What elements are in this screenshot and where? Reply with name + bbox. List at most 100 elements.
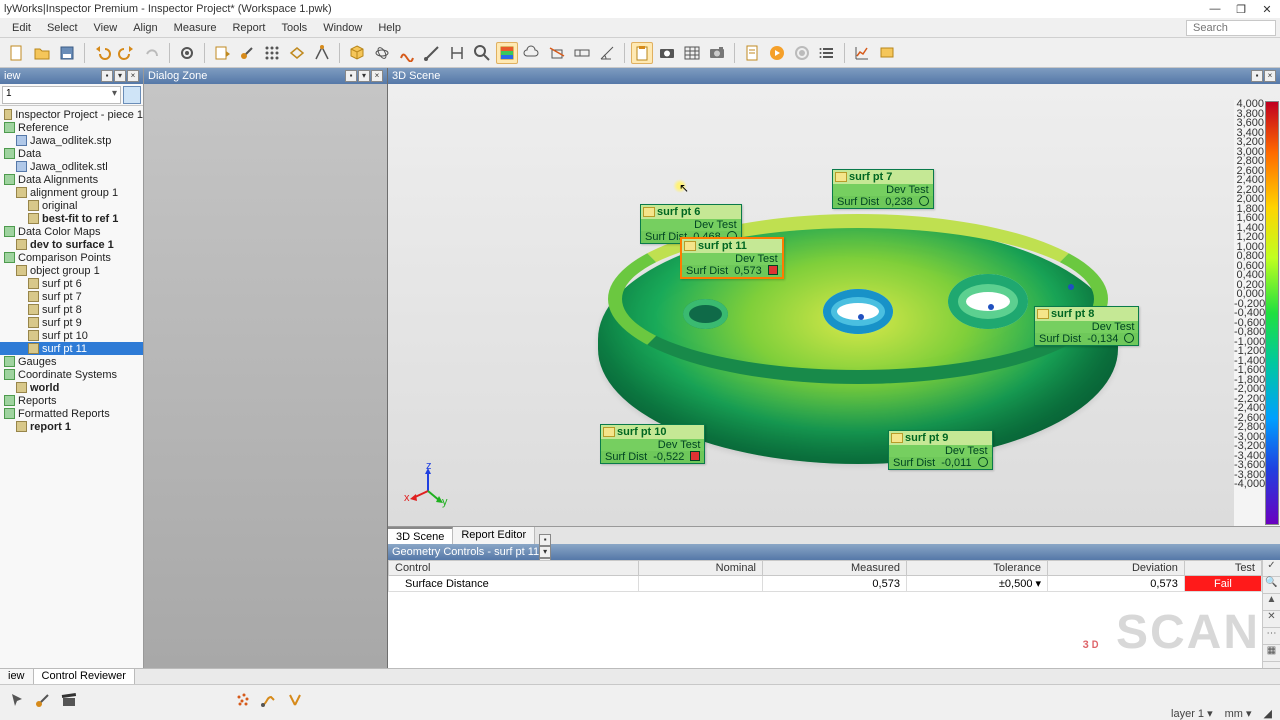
gc-search-icon[interactable]: 🔍 bbox=[1263, 577, 1280, 594]
chart-icon[interactable] bbox=[851, 42, 873, 64]
color-scale[interactable]: 4,0003,8003,6003,4003,2003,0002,8002,600… bbox=[1234, 100, 1280, 526]
annotation-11[interactable]: surf pt 11Dev TestSurf Dist0,573 bbox=[680, 237, 784, 279]
tree-item[interactable]: surf pt 10 bbox=[0, 329, 143, 342]
tree-item[interactable]: Gauges bbox=[0, 355, 143, 368]
col-control[interactable]: Control bbox=[389, 561, 639, 576]
redo2-icon[interactable] bbox=[141, 42, 163, 64]
gc-grid-icon[interactable]: ▦ bbox=[1263, 645, 1280, 662]
tree-item[interactable]: Jawa_odlitek.stp bbox=[0, 134, 143, 147]
tree-item[interactable]: Jawa_odlitek.stl bbox=[0, 160, 143, 173]
table-icon[interactable] bbox=[681, 42, 703, 64]
redo-icon[interactable] bbox=[116, 42, 138, 64]
cube-icon[interactable] bbox=[346, 42, 368, 64]
close-panel-icon[interactable]: × bbox=[127, 70, 139, 82]
col-deviation[interactable]: Deviation bbox=[1048, 561, 1185, 576]
gc-check-icon[interactable]: ✓ bbox=[1263, 560, 1280, 577]
pointer-icon[interactable] bbox=[6, 689, 28, 711]
tree-item[interactable]: Coordinate Systems bbox=[0, 368, 143, 381]
list-icon[interactable] bbox=[816, 42, 838, 64]
annotation-9[interactable]: surf pt 9Dev TestSurf Dist-0,011 bbox=[888, 430, 993, 470]
maximize-button[interactable]: ❐ bbox=[1228, 0, 1254, 18]
status-unit[interactable]: mm ▾ bbox=[1225, 707, 1252, 720]
clipboard-icon[interactable] bbox=[631, 42, 653, 64]
dropdown-icon[interactable]: ▾ bbox=[539, 546, 551, 558]
col-measured[interactable]: Measured bbox=[763, 561, 907, 576]
menu-align[interactable]: Align bbox=[125, 22, 165, 34]
tree-item[interactable]: alignment group 1 bbox=[0, 186, 143, 199]
new-icon[interactable] bbox=[6, 42, 28, 64]
tree-item[interactable]: surf pt 9 bbox=[0, 316, 143, 329]
zoom-icon[interactable] bbox=[471, 42, 493, 64]
path-icon[interactable] bbox=[258, 689, 280, 711]
menu-select[interactable]: Select bbox=[39, 22, 86, 34]
menu-view[interactable]: View bbox=[86, 22, 126, 34]
tree-item[interactable]: surf pt 6 bbox=[0, 277, 143, 290]
angle-icon[interactable] bbox=[596, 42, 618, 64]
pin-icon[interactable]: ▪ bbox=[1251, 70, 1263, 82]
open-icon[interactable] bbox=[31, 42, 53, 64]
curve-icon[interactable] bbox=[396, 42, 418, 64]
project-tree[interactable]: Inspector Project - piece 1 ReferenceJaw… bbox=[0, 106, 143, 668]
pin-icon[interactable]: ▪ bbox=[345, 70, 357, 82]
menu-measure[interactable]: Measure bbox=[166, 22, 225, 34]
points-icon[interactable] bbox=[261, 42, 283, 64]
tree-item[interactable]: dev to surface 1 bbox=[0, 238, 143, 251]
piece-icon[interactable] bbox=[123, 86, 141, 104]
snapshot-icon[interactable] bbox=[656, 42, 678, 64]
camera-icon[interactable] bbox=[706, 42, 728, 64]
cloud-compare-icon[interactable] bbox=[521, 42, 543, 64]
gc-options-icon[interactable]: ⋯ bbox=[1263, 628, 1280, 645]
3d-viewport[interactable]: surf pt 6Dev TestSurf Dist0,468surf pt 7… bbox=[388, 84, 1280, 526]
tree-item[interactable]: Data bbox=[0, 147, 143, 160]
dropdown-icon[interactable]: ▾ bbox=[358, 70, 370, 82]
menu-report[interactable]: Report bbox=[224, 22, 273, 34]
col-tolerance[interactable]: Tolerance bbox=[906, 561, 1047, 576]
undo-icon[interactable] bbox=[91, 42, 113, 64]
close-button[interactable]: ✕ bbox=[1254, 0, 1280, 18]
feature-icon[interactable] bbox=[371, 42, 393, 64]
tree-item[interactable]: world bbox=[0, 381, 143, 394]
record-icon[interactable] bbox=[791, 42, 813, 64]
clapper-icon[interactable] bbox=[58, 689, 80, 711]
status-handle-icon[interactable]: ◢ bbox=[1264, 707, 1272, 720]
close-panel-icon[interactable]: × bbox=[1264, 70, 1276, 82]
tree-item[interactable]: surf pt 11 bbox=[0, 342, 143, 355]
tree-item[interactable]: Comparison Points bbox=[0, 251, 143, 264]
col-nominal[interactable]: Nominal bbox=[639, 561, 763, 576]
minimize-button[interactable]: — bbox=[1202, 0, 1228, 18]
dropdown-icon[interactable]: ▾ bbox=[114, 70, 126, 82]
save-icon[interactable] bbox=[56, 42, 78, 64]
tree-item[interactable]: Data Color Maps bbox=[0, 225, 143, 238]
menu-tools[interactable]: Tools bbox=[274, 22, 316, 34]
edge-icon[interactable] bbox=[421, 42, 443, 64]
tree-item[interactable]: surf pt 7 bbox=[0, 290, 143, 303]
menu-edit[interactable]: Edit bbox=[4, 22, 39, 34]
pin-icon[interactable]: ▪ bbox=[539, 534, 551, 546]
menu-help[interactable]: Help bbox=[370, 22, 409, 34]
search-input[interactable] bbox=[1186, 20, 1276, 36]
tab-control-reviewer[interactable]: Control Reviewer bbox=[34, 669, 135, 684]
tree-item[interactable]: object group 1 bbox=[0, 264, 143, 277]
import-cad-icon[interactable] bbox=[211, 42, 233, 64]
annotation-8[interactable]: surf pt 8Dev TestSurf Dist-0,134 bbox=[1034, 306, 1139, 346]
annotation-7[interactable]: surf pt 7Dev TestSurf Dist0,238 bbox=[832, 169, 934, 209]
flag-icon[interactable] bbox=[876, 42, 898, 64]
probe-icon[interactable] bbox=[236, 42, 258, 64]
mesh-icon[interactable] bbox=[286, 42, 308, 64]
tree-item[interactable]: surf pt 8 bbox=[0, 303, 143, 316]
tab-3d-scene[interactable]: 3D Scene bbox=[388, 527, 453, 544]
pin-icon[interactable]: ▪ bbox=[101, 70, 113, 82]
play-icon[interactable] bbox=[766, 42, 788, 64]
tree-item[interactable]: Reference bbox=[0, 121, 143, 134]
piece-selector[interactable]: 1 bbox=[2, 86, 121, 104]
annotation-10[interactable]: surf pt 10Dev TestSurf Dist-0,522 bbox=[600, 424, 705, 464]
tree-item[interactable]: best-fit to ref 1 bbox=[0, 212, 143, 225]
tree-item[interactable]: original bbox=[0, 199, 143, 212]
table-row[interactable]: Surface Distance 0,573 ±0,500 ▾ 0,573 Fa… bbox=[389, 576, 1262, 592]
tree-item[interactable]: Formatted Reports bbox=[0, 407, 143, 420]
tree-item[interactable]: Data Alignments bbox=[0, 173, 143, 186]
close-panel-icon[interactable]: × bbox=[371, 70, 383, 82]
probe2-icon[interactable] bbox=[32, 689, 54, 711]
status-layer[interactable]: layer 1 ▾ bbox=[1171, 707, 1213, 720]
geometry-controls-table[interactable]: Control Nominal Measured Tolerance Devia… bbox=[388, 560, 1280, 668]
